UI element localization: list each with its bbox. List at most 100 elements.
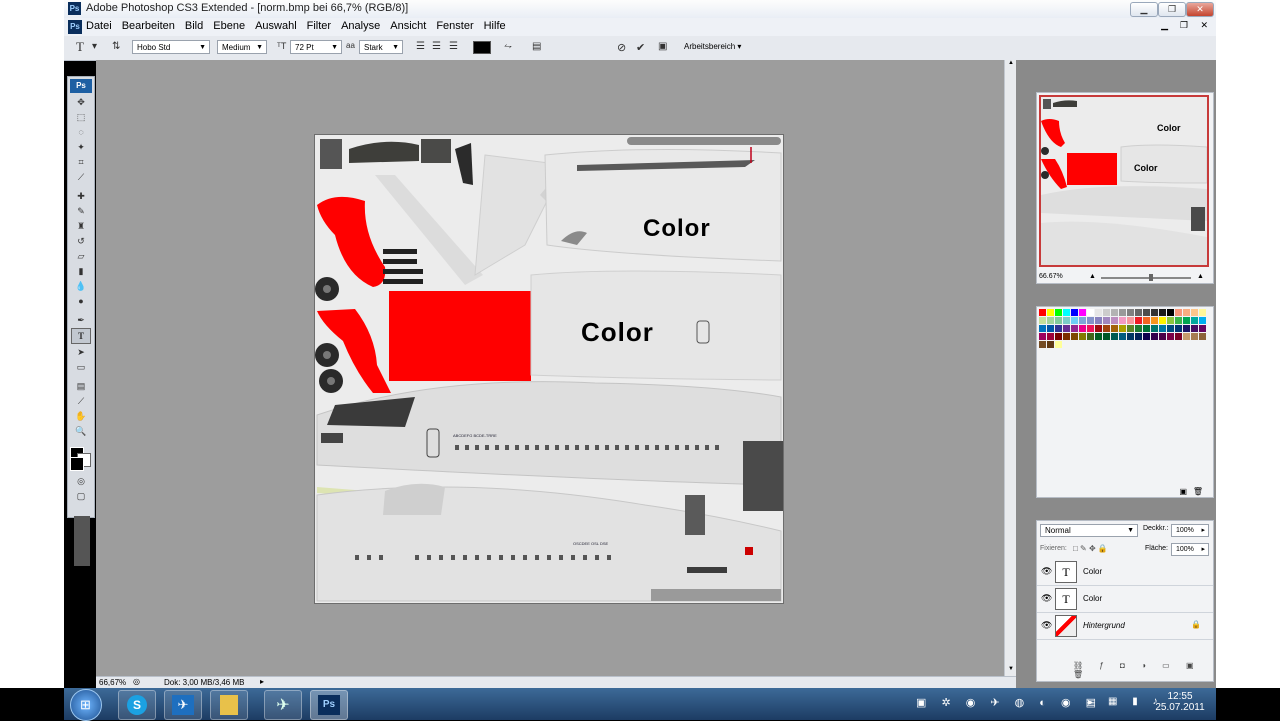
slice-tool-icon[interactable]: ⟋: [70, 170, 92, 184]
doc-close-icon[interactable]: ✕: [1200, 20, 1208, 31]
color-swatch[interactable]: [1183, 317, 1190, 324]
gradient-tool-icon[interactable]: ▮: [70, 264, 92, 278]
color-swatch[interactable]: [1111, 317, 1118, 324]
color-swatch[interactable]: [1175, 333, 1182, 340]
color-swatch[interactable]: [1151, 309, 1158, 316]
menu-bild[interactable]: Bild: [185, 20, 203, 32]
color-swatch[interactable]: [1127, 325, 1134, 332]
color-swatch[interactable]: [1047, 333, 1054, 340]
commit-edit-icon[interactable]: ✔: [636, 41, 645, 54]
menu-fenster[interactable]: Fenster: [436, 20, 473, 32]
quick-mask-icon[interactable]: ◎: [70, 474, 92, 488]
close-button[interactable]: ✕: [1186, 2, 1214, 17]
color-swatch[interactable]: [1063, 317, 1070, 324]
color-swatch[interactable]: [1119, 325, 1126, 332]
align-right-icon[interactable]: ☰: [449, 41, 458, 52]
color-swatch[interactable]: [1175, 317, 1182, 324]
menu-filter[interactable]: Filter: [307, 20, 331, 32]
color-swatch[interactable]: [1191, 325, 1198, 332]
color-swatch[interactable]: [1039, 317, 1046, 324]
color-swatch[interactable]: [1159, 325, 1166, 332]
menu-bearbeiten[interactable]: Bearbeiten: [122, 20, 175, 32]
color-swatch[interactable]: [1103, 333, 1110, 340]
color-swatch[interactable]: [1135, 333, 1142, 340]
menu-auswahl[interactable]: Auswahl: [255, 20, 297, 32]
color-swatch[interactable]: [1063, 325, 1070, 332]
color-swatch[interactable]: [1159, 333, 1166, 340]
canvas-text-color-1[interactable]: Color: [643, 215, 711, 243]
taskbar-app-plane[interactable]: ✈: [164, 690, 202, 720]
color-swatch[interactable]: [1151, 317, 1158, 324]
color-swatch[interactable]: [1167, 317, 1174, 324]
warp-text-icon[interactable]: ⥊: [504, 41, 512, 52]
zoom-slider-thumb[interactable]: [1149, 274, 1153, 281]
blend-mode-select[interactable]: Normal ▼: [1040, 524, 1138, 537]
color-swatch[interactable]: [1119, 309, 1126, 316]
healing-brush-icon[interactable]: ✚: [70, 189, 92, 203]
color-swatch[interactable]: [1087, 333, 1094, 340]
type-tool-preset-icon[interactable]: T: [76, 39, 84, 55]
show-hidden-icons[interactable]: ▸: [1088, 697, 1093, 708]
minimize-button[interactable]: ▁: [1130, 2, 1158, 17]
menu-ansicht[interactable]: Ansicht: [390, 20, 426, 32]
blur-tool-icon[interactable]: 💧: [70, 279, 92, 293]
doc-minimize-icon[interactable]: ▁: [1161, 20, 1168, 31]
lasso-tool-icon[interactable]: ◌: [70, 125, 92, 139]
color-swatch[interactable]: [1167, 325, 1174, 332]
color-swatch[interactable]: [1095, 309, 1102, 316]
status-zoom[interactable]: 66,67%: [99, 678, 126, 687]
color-swatch[interactable]: [1039, 333, 1046, 340]
color-swatch[interactable]: [1071, 325, 1078, 332]
color-swatch[interactable]: [1191, 309, 1198, 316]
align-left-icon[interactable]: ☰: [416, 41, 425, 52]
color-swatch[interactable]: [1135, 325, 1142, 332]
cancel-edit-icon[interactable]: ⊘: [617, 41, 626, 54]
color-swatch[interactable]: [1111, 333, 1118, 340]
notes-tool-icon[interactable]: ▤: [70, 379, 92, 393]
text-orientation-icon[interactable]: ⇅: [112, 41, 120, 52]
new-swatch-icon[interactable]: ▣: [1179, 487, 1187, 496]
visibility-eye-icon[interactable]: 👁: [1041, 566, 1052, 577]
color-swatch[interactable]: [1103, 325, 1110, 332]
align-center-icon[interactable]: ☰: [432, 41, 441, 52]
color-swatch[interactable]: [1199, 333, 1206, 340]
color-swatch[interactable]: [1127, 309, 1134, 316]
color-swatch[interactable]: [1135, 317, 1142, 324]
menu-analyse[interactable]: Analyse: [341, 20, 380, 32]
color-swatch[interactable]: [1095, 317, 1102, 324]
color-swatch[interactable]: [1055, 309, 1062, 316]
color-swatch[interactable]: [1175, 325, 1182, 332]
color-swatch[interactable]: [1143, 333, 1150, 340]
color-swatch[interactable]: [1151, 333, 1158, 340]
pen-tool-icon[interactable]: ✒: [70, 313, 92, 327]
zoom-out-icon[interactable]: ▲: [1089, 273, 1096, 280]
eyedropper-tool-icon[interactable]: ⟋: [70, 394, 92, 408]
antialias-select[interactable]: Stark ▼: [359, 40, 403, 54]
color-swatch[interactable]: [1159, 309, 1166, 316]
layer-row[interactable]: 👁 T Color: [1037, 586, 1213, 613]
color-swatch[interactable]: [1087, 309, 1094, 316]
color-swatch[interactable]: [1111, 309, 1118, 316]
color-swatch[interactable]: [1191, 333, 1198, 340]
font-size-select[interactable]: 72 Pt ▼: [290, 40, 342, 54]
font-style-select[interactable]: Medium ▼: [217, 40, 267, 54]
color-swatch[interactable]: [1183, 309, 1190, 316]
restore-button[interactable]: ❐: [1158, 2, 1186, 17]
workspace-menu[interactable]: Arbeitsbereich ▾: [684, 42, 741, 51]
color-swatch[interactable]: [1183, 333, 1190, 340]
color-swatch[interactable]: [1079, 325, 1086, 332]
color-swatch[interactable]: [1095, 333, 1102, 340]
eraser-tool-icon[interactable]: ▱: [70, 249, 92, 263]
marquee-tool-icon[interactable]: ⬚: [70, 110, 92, 124]
color-swatch[interactable]: [1055, 341, 1062, 348]
history-brush-icon[interactable]: ↺: [70, 234, 92, 248]
preset-chevron-icon[interactable]: ▾: [92, 41, 97, 52]
color-swatch[interactable]: [1127, 333, 1134, 340]
color-swatch[interactable]: [1071, 333, 1078, 340]
color-swatch[interactable]: [1063, 309, 1070, 316]
doc-restore-icon[interactable]: ❐: [1180, 20, 1188, 31]
layer-row[interactable]: 👁 Hintergrund 🔒: [1037, 613, 1213, 640]
color-swatch[interactable]: [1167, 309, 1174, 316]
status-info-icon[interactable]: ◎: [133, 677, 140, 686]
color-swatch[interactable]: [1055, 325, 1062, 332]
